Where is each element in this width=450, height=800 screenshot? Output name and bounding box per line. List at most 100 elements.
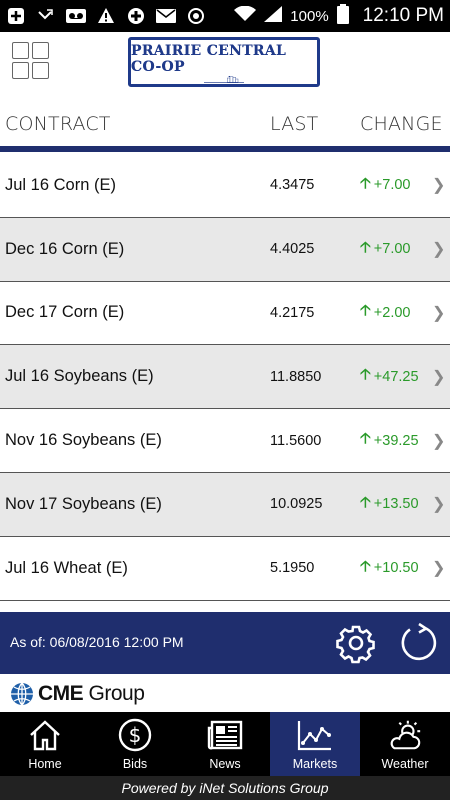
tab-label: Markets bbox=[292, 757, 338, 771]
health-plus-icon bbox=[126, 6, 146, 26]
contract-row[interactable]: Jul 16 Soybeans (E) 11.8850 🡡 +47.25 ❯ bbox=[0, 345, 450, 410]
refresh-icon[interactable] bbox=[398, 622, 440, 664]
price-change: 🡡 +39.25 bbox=[360, 428, 419, 453]
column-last: LAST bbox=[270, 113, 319, 135]
up-arrow-icon: 🡡 bbox=[360, 430, 371, 448]
warning-icon bbox=[96, 6, 116, 26]
cme-brand: CME bbox=[38, 682, 84, 705]
chart-icon bbox=[297, 717, 333, 753]
system-status: 100% 12:10 PM bbox=[234, 4, 444, 28]
tab-news[interactable]: News bbox=[180, 712, 270, 776]
up-arrow-icon: 🡡 bbox=[360, 493, 371, 511]
cme-group: Group bbox=[88, 682, 145, 705]
last-price: 5.1950 bbox=[270, 560, 315, 577]
last-price: 10.0925 bbox=[270, 496, 323, 513]
chevron-right-icon: ❯ bbox=[432, 177, 446, 195]
up-arrow-icon: 🡡 bbox=[360, 366, 371, 384]
cme-group-logo: CME Group bbox=[0, 676, 450, 712]
logo-text: PRAIRIE CENTRAL CO-OP bbox=[131, 43, 287, 75]
sync-icon bbox=[186, 6, 206, 26]
last-price: 11.8850 bbox=[270, 368, 322, 385]
up-arrow-icon: 🡡 bbox=[360, 302, 371, 320]
chevron-right-icon: ❯ bbox=[432, 496, 446, 514]
column-header: CONTRACT LAST CHANGE bbox=[0, 92, 450, 152]
company-logo: PRAIRIE CENTRAL CO-OP bbox=[128, 37, 320, 87]
contract-name: Nov 17 Soybeans (E) bbox=[5, 494, 162, 513]
chevron-right-icon: ❯ bbox=[432, 368, 446, 386]
contract-row[interactable]: Dec 16 Corn (E) 4.4025 🡡 +7.00 ❯ bbox=[0, 217, 450, 282]
svg-text:$: $ bbox=[129, 723, 142, 747]
chevron-right-icon: ❯ bbox=[432, 432, 446, 450]
contract-name: Dec 17 Corn (E) bbox=[5, 303, 125, 322]
change-value: +47.25 bbox=[373, 368, 419, 385]
column-contract: CONTRACT bbox=[5, 113, 111, 135]
change-value: +10.50 bbox=[373, 560, 419, 577]
powered-by-footer: Powered by iNet Solutions Group bbox=[0, 776, 450, 800]
mail-icon bbox=[156, 6, 176, 26]
notification-icons bbox=[6, 6, 206, 26]
tab-bids[interactable]: $ Bids bbox=[90, 712, 180, 776]
price-change: 🡡 +47.25 bbox=[360, 364, 419, 389]
status-bar: 100% 12:10 PM bbox=[0, 0, 450, 32]
chevron-right-icon: ❯ bbox=[432, 560, 446, 578]
change-value: +13.50 bbox=[373, 496, 419, 513]
contract-list: Jul 16 Corn (E) 4.3475 🡡 +7.00 ❯ Dec 16 C… bbox=[0, 154, 450, 601]
contract-name: Jul 16 Wheat (E) bbox=[5, 558, 128, 577]
missed-call-icon bbox=[36, 6, 56, 26]
add-box-icon bbox=[6, 6, 26, 26]
contract-row[interactable]: Nov 17 Soybeans (E) 10.0925 🡡 +13.50 ❯ bbox=[0, 472, 450, 537]
tab-label: Bids bbox=[122, 757, 148, 771]
contract-name: Nov 16 Soybeans (E) bbox=[5, 431, 162, 450]
tab-label: Home bbox=[28, 757, 62, 771]
last-price: 4.3475 bbox=[270, 177, 315, 194]
wifi-icon bbox=[234, 5, 257, 26]
contract-name: Jul 16 Corn (E) bbox=[5, 175, 116, 194]
up-arrow-icon: 🡡 bbox=[360, 238, 371, 256]
info-bar: As of: 06/08/2016 12:00 PM bbox=[0, 612, 450, 674]
grain-elevator-icon bbox=[204, 76, 244, 83]
home-icon bbox=[27, 717, 63, 753]
chevron-right-icon: ❯ bbox=[432, 241, 446, 259]
up-arrow-icon: 🡡 bbox=[360, 174, 371, 192]
change-value: +39.25 bbox=[373, 432, 419, 449]
up-arrow-icon: 🡡 bbox=[360, 557, 371, 575]
price-change: 🡡 +13.50 bbox=[360, 492, 419, 517]
price-change: 🡡 +10.50 bbox=[360, 556, 419, 581]
contract-name: Jul 16 Soybeans (E) bbox=[5, 367, 154, 386]
tab-weather[interactable]: Weather bbox=[360, 712, 450, 776]
last-price: 4.2175 bbox=[270, 304, 315, 321]
weather-icon bbox=[387, 717, 423, 753]
price-change: 🡡 +2.00 bbox=[360, 300, 410, 325]
menu-grid-icon[interactable] bbox=[12, 42, 50, 80]
column-change: CHANGE bbox=[360, 113, 443, 135]
tab-label: News bbox=[209, 757, 241, 771]
tab-label: Weather bbox=[381, 757, 429, 771]
bottom-tab-bar: Home $ Bids News Markets Weather bbox=[0, 712, 450, 776]
signal-icon bbox=[264, 6, 283, 26]
last-price: 11.5600 bbox=[270, 432, 322, 449]
contract-row[interactable]: Dec 17 Corn (E) 4.2175 🡡 +2.00 ❯ bbox=[0, 282, 450, 346]
cme-brand-text: CME Group bbox=[38, 682, 145, 706]
dollar-icon: $ bbox=[117, 717, 153, 753]
price-change: 🡡 +7.00 bbox=[360, 173, 410, 198]
chevron-right-icon: ❯ bbox=[432, 304, 446, 322]
voicemail-icon bbox=[66, 6, 86, 26]
globe-icon bbox=[11, 682, 33, 706]
battery-icon bbox=[336, 4, 349, 28]
price-change: 🡡 +7.00 bbox=[360, 237, 410, 262]
newspaper-icon bbox=[207, 717, 243, 753]
change-value: +2.00 bbox=[373, 304, 411, 321]
settings-gear-icon[interactable] bbox=[335, 622, 377, 664]
change-value: +7.00 bbox=[373, 241, 411, 258]
contract-row[interactable]: Jul 16 Corn (E) 4.3475 🡡 +7.00 ❯ bbox=[0, 154, 450, 218]
contract-row[interactable]: Jul 16 Wheat (E) 5.1950 🡡 +10.50 ❯ bbox=[0, 537, 450, 601]
clock: 12:10 PM bbox=[362, 5, 444, 26]
last-price: 4.4025 bbox=[270, 241, 315, 258]
tab-markets[interactable]: Markets bbox=[270, 712, 360, 776]
contract-name: Dec 16 Corn (E) bbox=[5, 239, 125, 258]
battery-percent: 100% bbox=[290, 7, 329, 25]
contract-row[interactable]: Nov 16 Soybeans (E) 11.5600 🡡 +39.25 ❯ bbox=[0, 409, 450, 473]
change-value: +7.00 bbox=[373, 177, 411, 194]
tab-home[interactable]: Home bbox=[0, 712, 90, 776]
as-of-timestamp: As of: 06/08/2016 12:00 PM bbox=[10, 634, 184, 650]
